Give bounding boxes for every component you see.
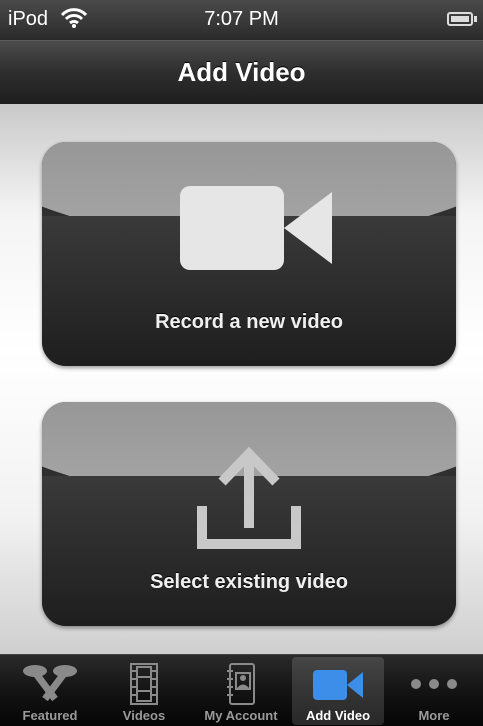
tab-featured[interactable]: Featured xyxy=(4,657,96,725)
tab-label: Featured xyxy=(22,708,78,723)
more-dots-icon xyxy=(411,679,457,689)
status-time: 7:07 PM xyxy=(204,8,279,30)
tab-label: My Account xyxy=(204,708,278,723)
tab-label: Add Video xyxy=(305,708,371,723)
page-title: Add Video xyxy=(177,57,306,87)
tab-label: More xyxy=(418,708,450,723)
upload-icon xyxy=(197,446,301,549)
featured-icon xyxy=(23,665,77,702)
main-content: Record a new video Select existing video xyxy=(0,104,483,654)
nav-bar: Add Video xyxy=(0,40,483,104)
tab-bar: Featured Videos My Account Add Video Mor… xyxy=(0,654,483,726)
battery-icon xyxy=(447,12,473,26)
tab-add-video[interactable]: Add Video xyxy=(292,657,384,725)
tab-videos[interactable]: Videos xyxy=(98,657,190,725)
tab-label: Videos xyxy=(122,708,166,723)
status-bar: iPod 7:07 PM xyxy=(0,0,483,40)
tab-my-account[interactable]: My Account xyxy=(195,657,287,725)
film-icon xyxy=(130,663,158,705)
select-video-button[interactable]: Select existing video xyxy=(42,402,456,626)
contact-book-icon xyxy=(227,663,255,705)
video-camera-icon xyxy=(180,186,332,270)
select-video-label: Select existing video xyxy=(150,571,348,593)
battery-tip xyxy=(474,16,477,22)
record-video-button[interactable]: Record a new video xyxy=(42,142,456,366)
tab-more[interactable]: More xyxy=(388,657,480,725)
record-video-label: Record a new video xyxy=(155,311,343,333)
video-camera-icon xyxy=(313,670,363,700)
